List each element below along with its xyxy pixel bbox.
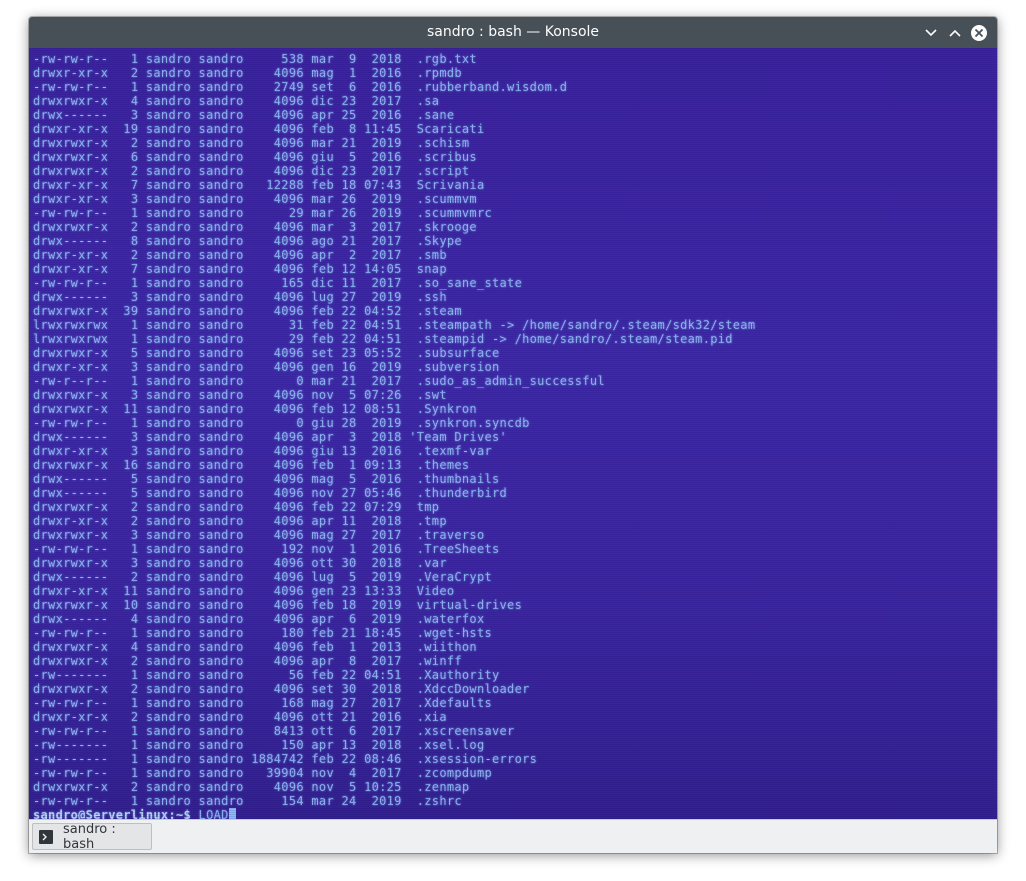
chevron-down-icon bbox=[924, 28, 937, 36]
terminal-line: -rw-rw-r-- 1 sandro sandro 165 dic 11 20… bbox=[33, 276, 523, 290]
terminal-line: -rw-rw-r-- 1 sandro sandro 168 mag 27 20… bbox=[33, 696, 493, 710]
maximize-button[interactable] bbox=[945, 23, 964, 42]
terminal-icon bbox=[39, 829, 53, 844]
terminal-line: -rw-rw-r-- 1 sandro sandro 154 mar 24 20… bbox=[33, 794, 462, 808]
terminal-line: -rw-rw-r-- 1 sandro sandro 29 mar 26 201… bbox=[33, 206, 493, 220]
terminal-line: drwxrwxr-x 4 sandro sandro 4096 dic 23 2… bbox=[33, 94, 440, 108]
terminal-line: drwx------ 5 sandro sandro 4096 mag 5 20… bbox=[33, 472, 500, 486]
terminal-line: -rw------- 1 sandro sandro 150 apr 13 20… bbox=[33, 738, 485, 752]
terminal-line: drwxrwxr-x 16 sandro sandro 4096 feb 1 0… bbox=[33, 458, 470, 472]
terminal-line: drwxr-xr-x 3 sandro sandro 4096 giu 13 2… bbox=[33, 444, 493, 458]
terminal-line: drwx------ 4 sandro sandro 4096 apr 6 20… bbox=[33, 612, 485, 626]
konsole-window: sandro : bash — Konsole -rw-rw-r-- 1 san… bbox=[29, 17, 997, 853]
terminal-line: lrwxrwxrwx 1 sandro sandro 29 feb 22 04:… bbox=[33, 332, 733, 346]
terminal-line: drwxrwxr-x 3 sandro sandro 4096 nov 5 07… bbox=[33, 388, 447, 402]
terminal-line: -rw------- 1 sandro sandro 56 feb 22 04:… bbox=[33, 668, 500, 682]
terminal-line: -rw-rw-r-- 1 sandro sandro 538 mar 9 201… bbox=[33, 52, 477, 66]
tab-label: sandro : bash bbox=[62, 821, 116, 852]
terminal-line: drwxrwxr-x 2 sandro sandro 4096 feb 22 0… bbox=[33, 500, 440, 514]
terminal-line: drwxr-xr-x 7 sandro sandro 4096 feb 12 1… bbox=[33, 262, 447, 276]
terminal-line: drwxrwxr-x 10 sandro sandro 4096 feb 18 … bbox=[33, 598, 523, 612]
terminal-line: drwxr-xr-x 11 sandro sandro 4096 gen 23 … bbox=[33, 584, 455, 598]
title-bar[interactable]: sandro : bash — Konsole bbox=[29, 17, 997, 48]
terminal-line: drwx------ 8 sandro sandro 4096 ago 21 2… bbox=[33, 234, 462, 248]
text-cursor bbox=[228, 808, 236, 819]
terminal-line: drwxrwxr-x 5 sandro sandro 4096 set 23 0… bbox=[33, 346, 500, 360]
terminal-line: -rw-rw-r-- 1 sandro sandro 39904 nov 4 2… bbox=[33, 766, 493, 780]
terminal-line: drwxrwxr-x 3 sandro sandro 4096 mag 27 2… bbox=[33, 528, 485, 542]
terminal-line: -rw-rw-r-- 1 sandro sandro 180 feb 21 18… bbox=[33, 626, 493, 640]
tab-bar: sandro : bash bbox=[29, 819, 997, 853]
close-button[interactable] bbox=[969, 23, 988, 42]
terminal-line: -rw-rw-r-- 1 sandro sandro 2749 set 6 20… bbox=[33, 80, 568, 94]
tab-sandro-bash[interactable]: sandro : bash bbox=[32, 821, 152, 852]
terminal-line: drwx------ 2 sandro sandro 4096 lug 5 20… bbox=[33, 570, 493, 584]
close-icon bbox=[970, 24, 987, 41]
terminal-line: -rw-rw-r-- 1 sandro sandro 8413 ott 6 20… bbox=[33, 724, 515, 738]
terminal-line: drwxrwxr-x 2 sandro sandro 4096 apr 8 20… bbox=[33, 654, 462, 668]
terminal-line: drwxrwxr-x 2 sandro sandro 4096 nov 5 10… bbox=[33, 780, 470, 794]
prompt-line[interactable]: sandro@Serverlinux:~$ LOAD bbox=[33, 808, 997, 819]
terminal-line: drwxrwxr-x 39 sandro sandro 4096 feb 22 … bbox=[33, 304, 462, 318]
terminal-line: drwx------ 3 sandro sandro 4096 apr 25 2… bbox=[33, 108, 455, 122]
terminal-line: drwxr-xr-x 19 sandro sandro 4096 feb 8 1… bbox=[33, 122, 485, 136]
command-input[interactable]: LOAD bbox=[191, 808, 229, 819]
terminal-line: drwxrwxr-x 2 sandro sandro 4096 mar 3 20… bbox=[33, 220, 477, 234]
window-title: sandro : bash — Konsole bbox=[426, 24, 600, 40]
terminal-line: drwxr-xr-x 2 sandro sandro 4096 mag 1 20… bbox=[33, 66, 462, 80]
terminal-line: drwxrwxr-x 2 sandro sandro 4096 dic 23 2… bbox=[33, 164, 470, 178]
terminal-line: -rw-rw-r-- 1 sandro sandro 0 giu 28 2019… bbox=[33, 416, 530, 430]
terminal-line: drwx------ 3 sandro sandro 4096 lug 27 2… bbox=[33, 290, 447, 304]
terminal-line: drwxrwxr-x 2 sandro sandro 4096 set 30 2… bbox=[33, 682, 530, 696]
terminal-line: drwxr-xr-x 2 sandro sandro 4096 apr 2 20… bbox=[33, 248, 447, 262]
terminal-output: -rw-rw-r-- 1 sandro sandro 538 mar 9 201… bbox=[33, 52, 997, 819]
shell-prompt: sandro@Serverlinux:~$ bbox=[33, 808, 192, 819]
terminal-view[interactable]: -rw-rw-r-- 1 sandro sandro 538 mar 9 201… bbox=[29, 48, 997, 819]
terminal-line: drwxrwxr-x 2 sandro sandro 4096 mar 21 2… bbox=[33, 136, 470, 150]
terminal-line: drwx------ 3 sandro sandro 4096 apr 3 20… bbox=[33, 430, 508, 444]
terminal-line: drwxrwxr-x 11 sandro sandro 4096 feb 12 … bbox=[33, 402, 477, 416]
terminal-line: drwxr-xr-x 2 sandro sandro 4096 apr 11 2… bbox=[33, 514, 447, 528]
terminal-line: drwxrwxr-x 3 sandro sandro 4096 ott 30 2… bbox=[33, 556, 447, 570]
chevron-up-icon bbox=[948, 29, 961, 37]
terminal-line: -rw-rw-r-- 1 sandro sandro 192 nov 1 201… bbox=[33, 542, 500, 556]
terminal-line: drwx------ 5 sandro sandro 4096 nov 27 0… bbox=[33, 486, 508, 500]
terminal-line: drwxr-xr-x 3 sandro sandro 4096 gen 16 2… bbox=[33, 360, 500, 374]
terminal-line: drwxr-xr-x 3 sandro sandro 4096 mar 26 2… bbox=[33, 192, 477, 206]
minimize-button[interactable] bbox=[921, 23, 940, 42]
terminal-line: drwxr-xr-x 2 sandro sandro 4096 ott 21 2… bbox=[33, 710, 447, 724]
terminal-line: drwxrwxr-x 4 sandro sandro 4096 feb 1 20… bbox=[33, 640, 477, 654]
terminal-line: drwxrwxr-x 6 sandro sandro 4096 giu 5 20… bbox=[33, 150, 477, 164]
terminal-line: drwxr-xr-x 7 sandro sandro 12288 feb 18 … bbox=[33, 178, 485, 192]
terminal-line: lrwxrwxrwx 1 sandro sandro 31 feb 22 04:… bbox=[33, 318, 756, 332]
terminal-line: -rw------- 1 sandro sandro 1884742 feb 2… bbox=[33, 752, 538, 766]
terminal-line: -rw-r--r-- 1 sandro sandro 0 mar 21 2017… bbox=[33, 374, 605, 388]
